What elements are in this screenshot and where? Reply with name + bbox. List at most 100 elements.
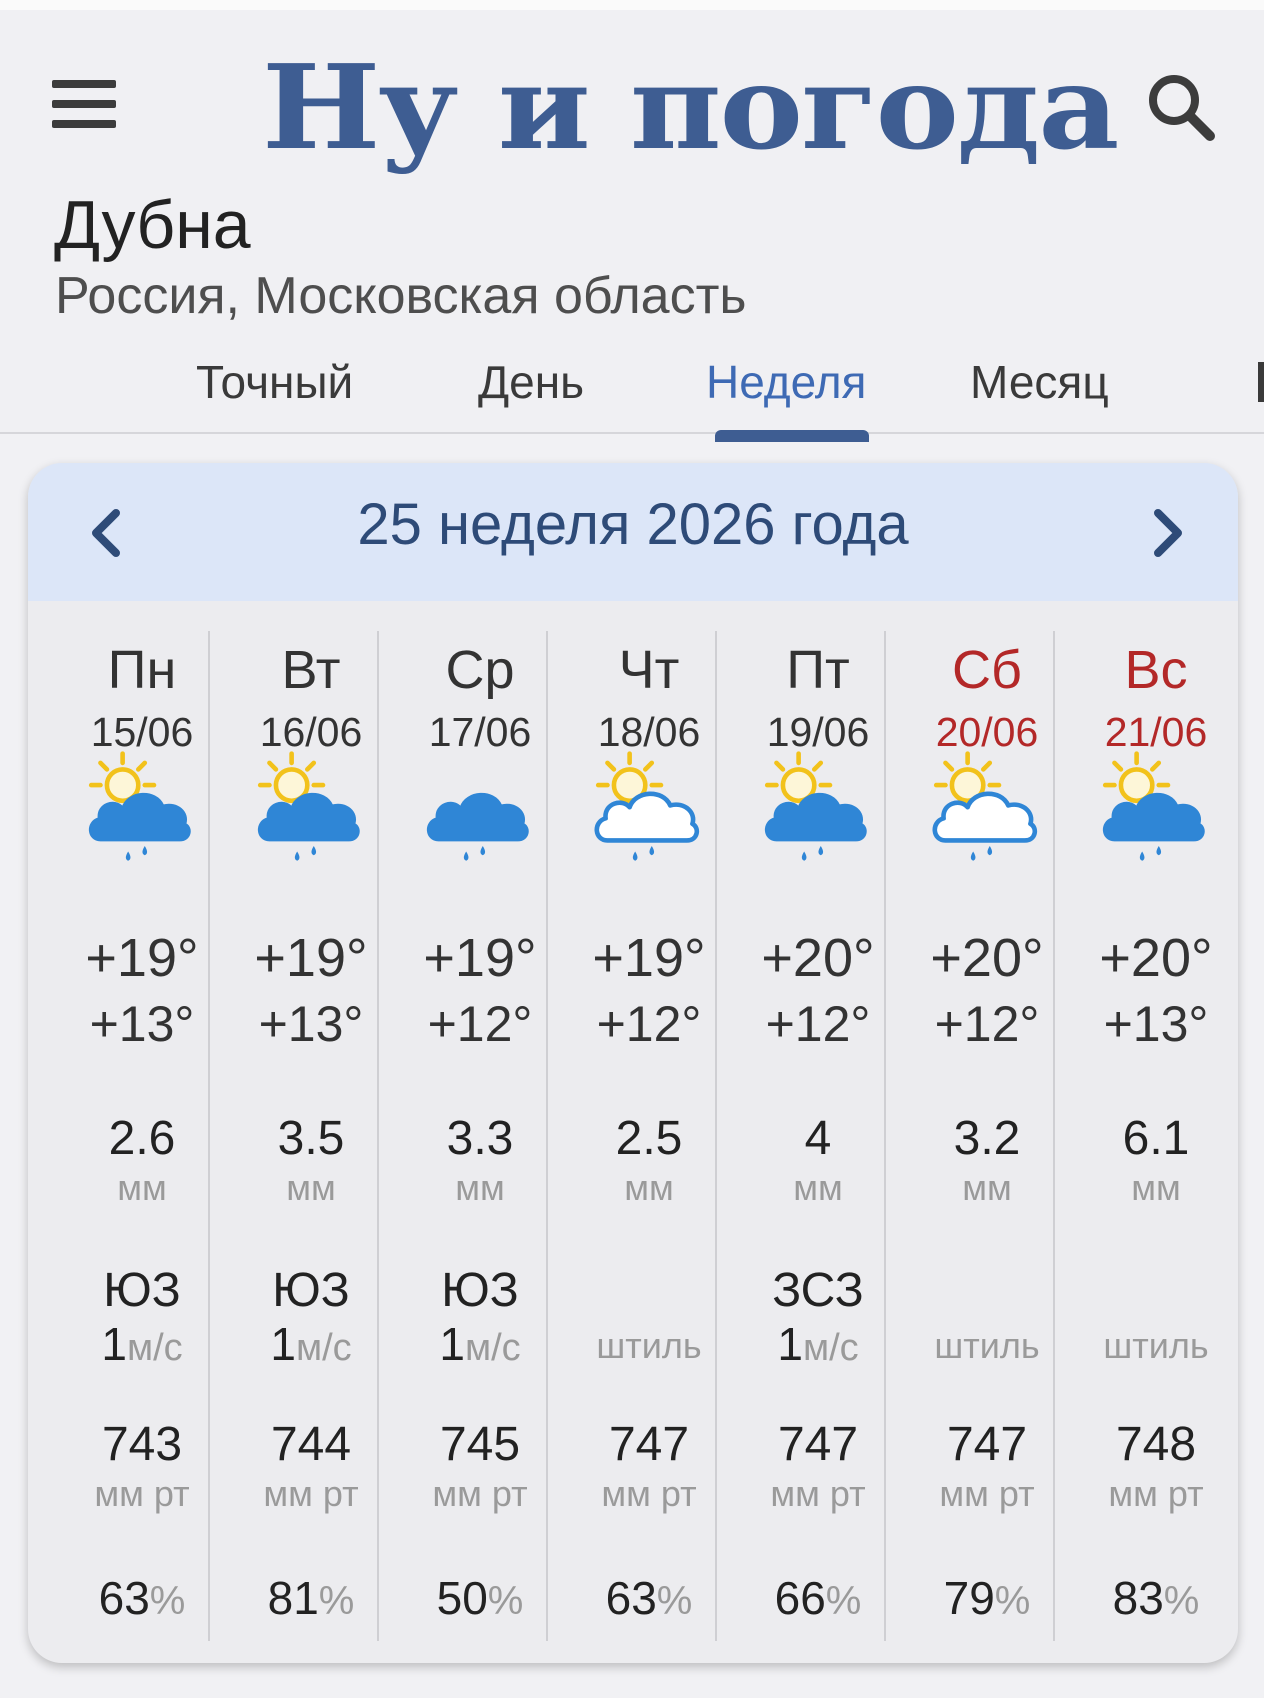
day-name: Сб <box>952 640 1022 700</box>
pressure-unit: мм рт <box>1108 1473 1204 1514</box>
wind-direction: ЮЗ <box>272 1264 350 1317</box>
wind-speed: 1м/с <box>396 1317 564 1371</box>
temp-max: +20° <box>1099 928 1213 988</box>
day-name: Чт <box>618 640 680 700</box>
wind-speed-value: 1 <box>439 1318 465 1370</box>
sun-cloud-rain-icon <box>932 751 1038 861</box>
day-name: Ср <box>445 640 515 700</box>
precipitation-value: 3.3 <box>446 1112 514 1165</box>
day-column[interactable]: Вт 16/06 +19° +13° 3.5 мм ЮЗ 1м/с 744 мм рт 81% <box>227 627 395 1643</box>
day-name: Вс <box>1124 640 1188 700</box>
humidity: 63% <box>58 1571 226 1625</box>
temp-min: +13° <box>89 996 195 1052</box>
chevron-right-icon[interactable] <box>1136 503 1196 563</box>
pressure-value: 747 <box>608 1418 690 1471</box>
humidity-unit: % <box>656 1579 693 1623</box>
hamburger-menu-icon[interactable] <box>52 80 116 132</box>
pressure-unit: мм рт <box>263 1473 359 1514</box>
precipitation-value: 6.1 <box>1122 1112 1190 1165</box>
site-logo[interactable]: Ну и погода <box>262 40 1119 176</box>
humidity-value: 63 <box>98 1572 150 1624</box>
tab-week[interactable]: Неделя <box>706 355 866 409</box>
tab-month[interactable]: Месяц <box>970 355 1109 409</box>
humidity-value: 63 <box>605 1572 657 1624</box>
top-edge <box>0 0 1264 10</box>
day-column[interactable]: Пн 15/06 +19° +13° 2.6 мм ЮЗ 1м/с 743 мм рт 63% <box>58 627 226 1643</box>
temp-max: +19° <box>423 928 537 988</box>
pressure-unit: мм рт <box>601 1473 697 1514</box>
humidity-value: 50 <box>436 1572 488 1624</box>
wind-calm-label: штиль <box>596 1325 702 1366</box>
humidity: 83% <box>1072 1571 1238 1625</box>
wind-direction: ЮЗ <box>103 1264 181 1317</box>
temp-max: +20° <box>761 928 875 988</box>
pressure-value: 747 <box>946 1418 1028 1471</box>
day-column[interactable]: Пт 19/06 +20° +12° 4 мм ЗСЗ 1м/с 747 мм рт 66% <box>734 627 902 1643</box>
pressure-value: 747 <box>777 1418 859 1471</box>
wind-calm-label: штиль <box>1103 1325 1209 1366</box>
temp-max: +19° <box>85 928 199 988</box>
wind-speed: 1м/с <box>734 1317 902 1371</box>
pressure-value: 748 <box>1115 1418 1197 1471</box>
precipitation-unit: мм <box>793 1167 843 1208</box>
precipitation-value: 3.2 <box>953 1112 1021 1165</box>
temp-max: +19° <box>592 928 706 988</box>
pressure-value: 745 <box>439 1418 521 1471</box>
day-name: Пт <box>786 640 850 700</box>
wind-speed: 1м/с <box>58 1317 226 1371</box>
city-name: Дубна <box>54 187 251 263</box>
precipitation-unit: мм <box>117 1167 167 1208</box>
wind-speed-value: 1 <box>777 1318 803 1370</box>
day-name: Вт <box>281 640 341 700</box>
temp-min: +12° <box>934 996 1040 1052</box>
region-name: Россия, Московская область <box>55 267 747 325</box>
temp-min: +13° <box>258 996 364 1052</box>
sun-cloud-rain-icon <box>594 751 700 861</box>
humidity: 50% <box>396 1571 564 1625</box>
day-column[interactable]: Вс 21/06 +20° +13° 6.1 мм штиль 748 мм рт 83% <box>1072 627 1238 1643</box>
week-navigation: 25 неделя 2026 года <box>28 463 1238 601</box>
humidity-value: 66 <box>774 1572 826 1624</box>
temp-min: +12° <box>765 996 871 1052</box>
precipitation-value: 2.6 <box>108 1112 176 1165</box>
wind-speed: 1м/с <box>227 1317 395 1371</box>
wind-speed-unit: м/с <box>295 1327 352 1369</box>
search-icon[interactable] <box>1142 68 1222 148</box>
tab-day[interactable]: День <box>478 355 584 409</box>
humidity: 79% <box>903 1571 1071 1625</box>
cloud-rain-icon <box>426 792 529 861</box>
wind-direction: ЗСЗ <box>772 1264 864 1317</box>
active-tab-indicator <box>715 430 869 442</box>
day-column[interactable]: Чт 18/06 +19° +12° 2.5 мм штиль 747 мм рт 63% <box>565 627 733 1643</box>
precipitation-unit: мм <box>962 1167 1012 1208</box>
pressure-unit: мм рт <box>94 1473 190 1514</box>
sun-cloud-rain-icon <box>764 751 867 861</box>
humidity: 66% <box>734 1571 902 1625</box>
sun-cloud-rain-icon <box>88 751 191 861</box>
wind-speed-value: 1 <box>270 1318 296 1370</box>
humidity-unit: % <box>994 1579 1031 1623</box>
day-column[interactable]: Ср 17/06 +19° +12° 3.3 мм ЮЗ 1м/с 745 мм рт 50% <box>396 627 564 1643</box>
temp-min: +12° <box>427 996 533 1052</box>
temp-min: +13° <box>1103 996 1209 1052</box>
humidity-value: 83 <box>1112 1572 1164 1624</box>
temp-max: +19° <box>254 928 368 988</box>
wind-speed-unit: м/с <box>802 1327 859 1369</box>
precipitation-value: 2.5 <box>615 1112 683 1165</box>
humidity-unit: % <box>1163 1579 1200 1623</box>
precipitation-value: 3.5 <box>277 1112 345 1165</box>
day-name: Пн <box>107 640 177 700</box>
pressure-value: 744 <box>270 1418 352 1471</box>
humidity-unit: % <box>318 1579 355 1623</box>
sun-cloud-rain-icon <box>1102 751 1205 861</box>
wind-speed-unit: м/с <box>464 1327 521 1369</box>
day-column[interactable]: Сб 20/06 +20° +12° 3.2 мм штиль 747 мм рт 79% <box>903 627 1071 1643</box>
tab-overflow-edge <box>1258 362 1264 402</box>
temp-min: +12° <box>596 996 702 1052</box>
site-header: Ну и погода Дубна Россия, Московская обл… <box>0 10 1264 442</box>
precipitation-unit: мм <box>286 1167 336 1208</box>
wind-direction: ЮЗ <box>441 1264 519 1317</box>
humidity-value: 79 <box>943 1572 995 1624</box>
tab-precise[interactable]: Точный <box>196 355 353 409</box>
humidity-unit: % <box>487 1579 524 1623</box>
